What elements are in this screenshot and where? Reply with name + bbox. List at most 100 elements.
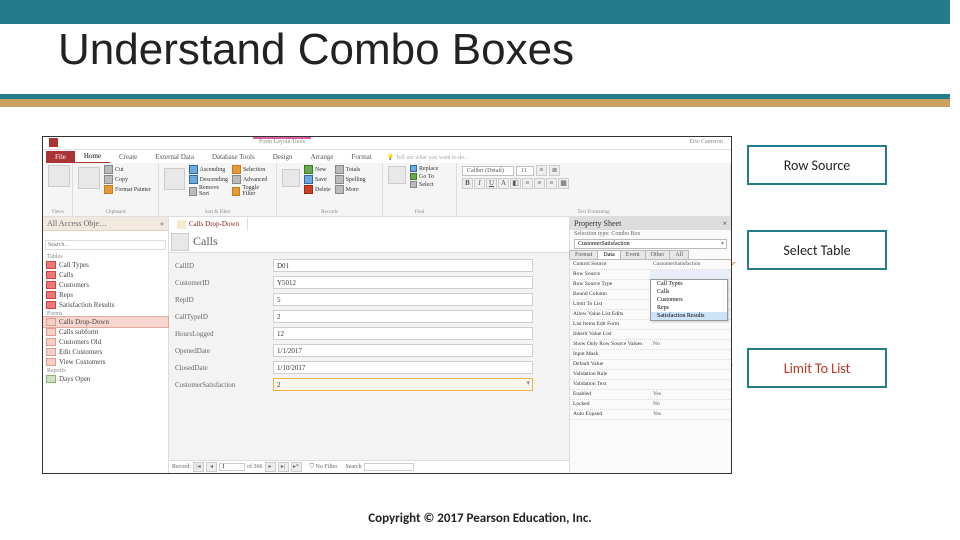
cut-button[interactable]: Cut	[104, 165, 151, 174]
form-item[interactable]: Calls subform	[43, 327, 168, 337]
prop-value[interactable]	[650, 370, 731, 379]
prop-row[interactable]: LockedNo	[570, 400, 731, 410]
field-value[interactable]: 12	[273, 327, 533, 340]
filter-icon[interactable]	[164, 168, 185, 190]
prop-row[interactable]: EnabledYes	[570, 390, 731, 400]
goto-button[interactable]: Go To	[410, 173, 438, 180]
table-item[interactable]: Satisfaction Results	[43, 300, 168, 310]
field-value[interactable]: D01	[273, 259, 533, 272]
more-button[interactable]: More	[335, 185, 366, 194]
field-value[interactable]: 1/1/2017	[273, 344, 533, 357]
tab-format[interactable]: Format	[342, 151, 380, 163]
prop-row[interactable]: Default Value	[570, 360, 731, 370]
format-painter-button[interactable]: Format Painter	[104, 185, 151, 194]
prop-row[interactable]: Validation Text	[570, 380, 731, 390]
first-record-button[interactable]: |◂	[193, 462, 204, 472]
tab-external-data[interactable]: External Data	[146, 151, 203, 163]
tab-arrange[interactable]: Arrange	[302, 151, 343, 163]
dropdown-item[interactable]: Customers	[651, 296, 727, 304]
prop-value[interactable]	[650, 350, 731, 359]
prop-value[interactable]	[650, 330, 731, 339]
prop-value[interactable]: No	[650, 400, 731, 409]
nav-header[interactable]: All Access Obje… «	[43, 217, 168, 231]
next-record-button[interactable]: ▸	[265, 462, 276, 472]
prop-row[interactable]: Show Only Row Source ValuesNo	[570, 340, 731, 350]
paste-icon[interactable]	[78, 167, 100, 189]
tab-home[interactable]: Home	[75, 150, 110, 163]
remove-sort-button[interactable]: Remove Sort	[189, 185, 228, 197]
report-item[interactable]: Days Open	[43, 374, 168, 384]
prop-row[interactable]: Control SourceCustomerSatisfaction	[570, 260, 731, 270]
align-right-button[interactable]: ≡	[546, 178, 557, 189]
tab-design[interactable]: Design	[264, 151, 302, 163]
field-value[interactable]: Y5012	[273, 276, 533, 289]
field-value[interactable]: 2	[273, 310, 533, 323]
record-number-input[interactable]	[219, 463, 245, 471]
table-item[interactable]: Calls	[43, 270, 168, 280]
form-item[interactable]: Edit Customers	[43, 347, 168, 357]
refresh-icon[interactable]	[282, 169, 300, 187]
bullets-icon[interactable]: ≡	[536, 165, 547, 176]
doc-tab[interactable]: Calls Drop-Down	[169, 218, 248, 231]
save-button[interactable]: Save	[304, 175, 331, 184]
prev-record-button[interactable]: ◂	[206, 462, 217, 472]
numbering-icon[interactable]: ≣	[549, 165, 560, 176]
form-item[interactable]: Customers Old	[43, 337, 168, 347]
bold-button[interactable]: B	[462, 178, 473, 189]
dropdown-item[interactable]: Call Types	[651, 280, 727, 288]
font-color-button[interactable]: A	[498, 178, 509, 189]
align-center-button[interactable]: ≡	[534, 178, 545, 189]
prop-value[interactable]	[650, 380, 731, 389]
fill-color-button[interactable]: ◧	[510, 178, 521, 189]
ascending-button[interactable]: Ascending	[189, 165, 228, 174]
search-input[interactable]	[45, 240, 166, 250]
prop-row[interactable]: List Items Edit Form	[570, 320, 731, 330]
italic-button[interactable]: I	[474, 178, 485, 189]
totals-button[interactable]: Totals	[335, 165, 366, 174]
replace-button[interactable]: Replace	[410, 165, 438, 172]
prop-value[interactable]: No	[650, 340, 731, 349]
table-item[interactable]: Customers	[43, 280, 168, 290]
prop-value[interactable]	[650, 360, 731, 369]
close-icon[interactable]: ×	[722, 219, 727, 228]
view-icon[interactable]	[48, 165, 70, 187]
table-item[interactable]: Reps	[43, 290, 168, 300]
table-item[interactable]: Call Types	[43, 260, 168, 270]
font-name[interactable]: Calibri (Detail)	[462, 166, 514, 176]
dropdown-item[interactable]: Satisfaction Results	[651, 312, 727, 320]
prop-value[interactable]	[650, 320, 731, 329]
dropdown-item[interactable]: Calls	[651, 288, 727, 296]
toggle-filter-button[interactable]: Toggle Filter	[232, 185, 271, 197]
prop-row[interactable]: Validation Rule	[570, 370, 731, 380]
recnav-search-input[interactable]	[364, 463, 414, 471]
tab-file[interactable]: File	[46, 151, 75, 163]
prop-tab-data[interactable]: Data	[597, 250, 620, 259]
prop-value[interactable]: CustomerSatisfaction	[650, 260, 731, 269]
field-value[interactable]: 1/10/2017	[273, 361, 533, 374]
prop-value[interactable]: Yes	[650, 410, 731, 419]
dropdown-item[interactable]: Reps	[651, 304, 727, 312]
last-record-button[interactable]: ▸|	[278, 462, 289, 472]
new-button[interactable]: New	[304, 165, 331, 174]
font-size[interactable]: 11	[516, 166, 534, 176]
tell-me[interactable]: 💡 Tell me what you want to do...	[381, 152, 475, 163]
align-left-button[interactable]: ≡	[522, 178, 533, 189]
descending-button[interactable]: Descending	[189, 175, 228, 184]
form-item[interactable]: Calls Drop-Down	[43, 317, 168, 327]
delete-button[interactable]: Delete	[304, 185, 331, 194]
copy-button[interactable]: Copy	[104, 175, 151, 184]
selected-control-dropdown[interactable]: CustomerSatisfaction	[574, 239, 727, 249]
advanced-button[interactable]: Advanced	[232, 175, 271, 184]
underline-button[interactable]: U	[486, 178, 497, 189]
prop-tab-other[interactable]: Other	[645, 250, 671, 259]
tab-create[interactable]: Create	[110, 151, 146, 163]
spelling-button[interactable]: Spelling	[335, 175, 366, 184]
gridlines-button[interactable]: ▦	[558, 178, 569, 189]
prop-row[interactable]: Auto ExpandYes	[570, 410, 731, 420]
field-value[interactable]: 5	[273, 293, 533, 306]
prop-tab-all[interactable]: All	[669, 250, 689, 259]
prop-row[interactable]: Inherit Value List	[570, 330, 731, 340]
prop-tab-event[interactable]: Event	[620, 250, 646, 259]
prop-tab-format[interactable]: Format	[569, 250, 598, 259]
prop-value[interactable]: Yes	[650, 390, 731, 399]
